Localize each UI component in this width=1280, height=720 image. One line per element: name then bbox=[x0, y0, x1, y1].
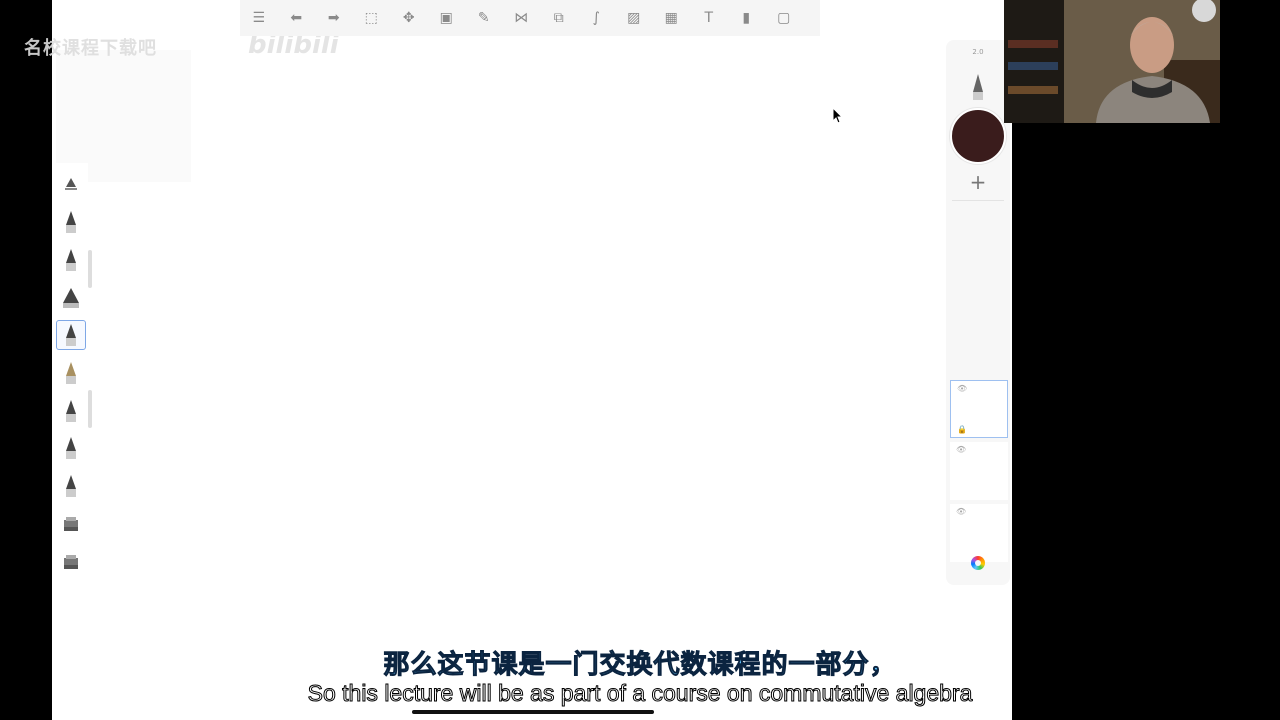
visibility-eye-icon[interactable]: 👁 bbox=[957, 384, 967, 393]
mouse-cursor-icon bbox=[832, 106, 844, 128]
ruler-icon[interactable]: ✎ bbox=[465, 0, 503, 36]
perspective-icon[interactable]: ▦ bbox=[653, 0, 691, 36]
lock-icon[interactable]: 🔒 bbox=[957, 425, 967, 434]
subtitle-chinese: 那么这节课是一门交换代数课程的一部分， bbox=[383, 650, 897, 681]
webcam-video-feed bbox=[1004, 0, 1220, 123]
add-layer-button[interactable]: + bbox=[946, 170, 1010, 194]
marker-brush-icon[interactable] bbox=[56, 245, 86, 275]
layer-transform-icon[interactable]: ▣ bbox=[428, 0, 466, 36]
brush-palette bbox=[54, 163, 88, 588]
text-icon[interactable]: T bbox=[690, 0, 728, 36]
eraser-icon[interactable] bbox=[56, 509, 86, 539]
redo-icon[interactable]: ➡ bbox=[315, 0, 353, 36]
layer-1-thumbnail[interactable]: 👁 🔒 bbox=[950, 380, 1008, 438]
image-icon[interactable]: ▨ bbox=[615, 0, 653, 36]
move-icon[interactable]: ✥ bbox=[390, 0, 428, 36]
undo-icon[interactable]: ⬅ bbox=[278, 0, 316, 36]
home-indicator[interactable] bbox=[412, 710, 654, 714]
hard-eraser-icon[interactable] bbox=[56, 547, 86, 577]
drawing-canvas[interactable] bbox=[52, 0, 1004, 720]
airbrush-icon[interactable] bbox=[56, 169, 86, 199]
select-icon[interactable]: ⬚ bbox=[353, 0, 391, 36]
palette-scroll-indicator[interactable] bbox=[88, 250, 92, 288]
subtitle-english: So this lecture will be as part of a cou… bbox=[307, 680, 973, 707]
thin-pencil-icon[interactable] bbox=[56, 358, 86, 388]
shapes-icon[interactable]: ⧉ bbox=[540, 0, 578, 36]
video-icon[interactable]: ▮ bbox=[728, 0, 766, 36]
curve-icon[interactable]: ∫ bbox=[578, 0, 616, 36]
brush-size-label: 2.0 bbox=[972, 48, 984, 56]
panel-divider bbox=[952, 200, 1004, 201]
top-toolbar: ☰ ⬅ ➡ ⬚ ✥ ▣ ✎ ⋈ ⧉ ∫ ▨ ▦ T ▮ ▢ bbox=[240, 0, 820, 36]
current-color-swatch[interactable] bbox=[950, 108, 1006, 164]
wide-brush-icon[interactable] bbox=[56, 283, 86, 313]
watermark-text: 名校课程下载吧 bbox=[24, 38, 157, 59]
visibility-eye-icon[interactable]: 👁 bbox=[956, 445, 966, 454]
visibility-eye-icon[interactable]: 👁 bbox=[956, 507, 966, 516]
color-wheel-icon[interactable] bbox=[971, 556, 985, 570]
calligraphy-pen-icon[interactable] bbox=[56, 433, 86, 463]
symmetry-icon[interactable]: ⋈ bbox=[503, 0, 541, 36]
soft-brush-icon[interactable] bbox=[56, 471, 86, 501]
brush-preview-icon[interactable] bbox=[971, 74, 985, 104]
layer-3-thumbnail[interactable]: 👁 bbox=[950, 504, 1008, 562]
felt-tip-icon[interactable] bbox=[56, 396, 86, 426]
pencil-brush-icon[interactable] bbox=[56, 207, 86, 237]
ink-pen-icon[interactable] bbox=[56, 320, 86, 350]
list-icon[interactable]: ☰ bbox=[240, 0, 278, 36]
right-panel: 2.0 + 👁 🔒 👁 👁 bbox=[946, 40, 1010, 585]
palette-scroll-indicator-lower[interactable] bbox=[88, 390, 92, 428]
layer-2-thumbnail[interactable]: 👁 bbox=[950, 442, 1008, 500]
fullscreen-icon[interactable]: ▢ bbox=[765, 0, 803, 36]
